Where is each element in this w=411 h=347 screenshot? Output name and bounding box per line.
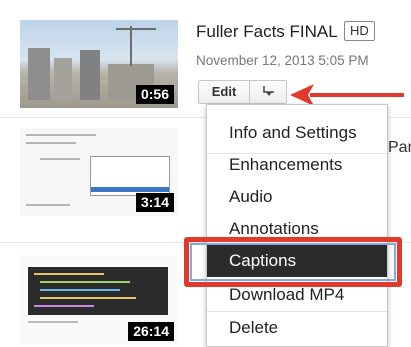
building-shape <box>54 58 72 100</box>
building-shape <box>80 50 100 100</box>
code-block <box>28 267 168 315</box>
text-line <box>26 204 70 206</box>
menu-item-audio[interactable]: Audio <box>207 181 387 213</box>
edit-dropdown-button[interactable] <box>249 80 287 104</box>
video-thumbnail[interactable]: 3:14 <box>20 128 178 216</box>
chevron-down-icon <box>263 86 274 96</box>
video-date: November 12, 2013 5:05 PM <box>196 53 369 68</box>
video-thumbnail[interactable]: 0:56 <box>20 20 178 108</box>
text-line <box>40 158 80 160</box>
video-duration: 3:14 <box>135 193 174 212</box>
video-duration: 26:14 <box>128 322 174 341</box>
text-line <box>26 142 76 144</box>
menu-item-delete[interactable]: Delete <box>207 312 387 344</box>
edit-button[interactable]: Edit <box>198 80 250 104</box>
listbox-shape <box>90 156 170 196</box>
menu-item-enhancements[interactable]: Enhancements <box>207 149 387 181</box>
building-shape <box>28 48 50 100</box>
text-line <box>26 134 96 136</box>
captions-highlight-box <box>184 237 402 287</box>
crane-shape <box>130 26 132 66</box>
video-thumbnail[interactable]: 26:14 <box>20 255 178 345</box>
hd-badge: HD <box>344 21 375 41</box>
video-title-fragment[interactable]: Part <box>388 139 411 157</box>
video-title[interactable]: Fuller Facts FINAL <box>196 22 338 42</box>
crane-shape <box>116 28 156 30</box>
menu-item-info-and-settings[interactable]: Info and Settings <box>207 117 387 149</box>
edit-dropdown-menu: Info and Settings Enhancements Audio Ann… <box>206 104 388 347</box>
video-duration: 0:56 <box>135 85 174 104</box>
